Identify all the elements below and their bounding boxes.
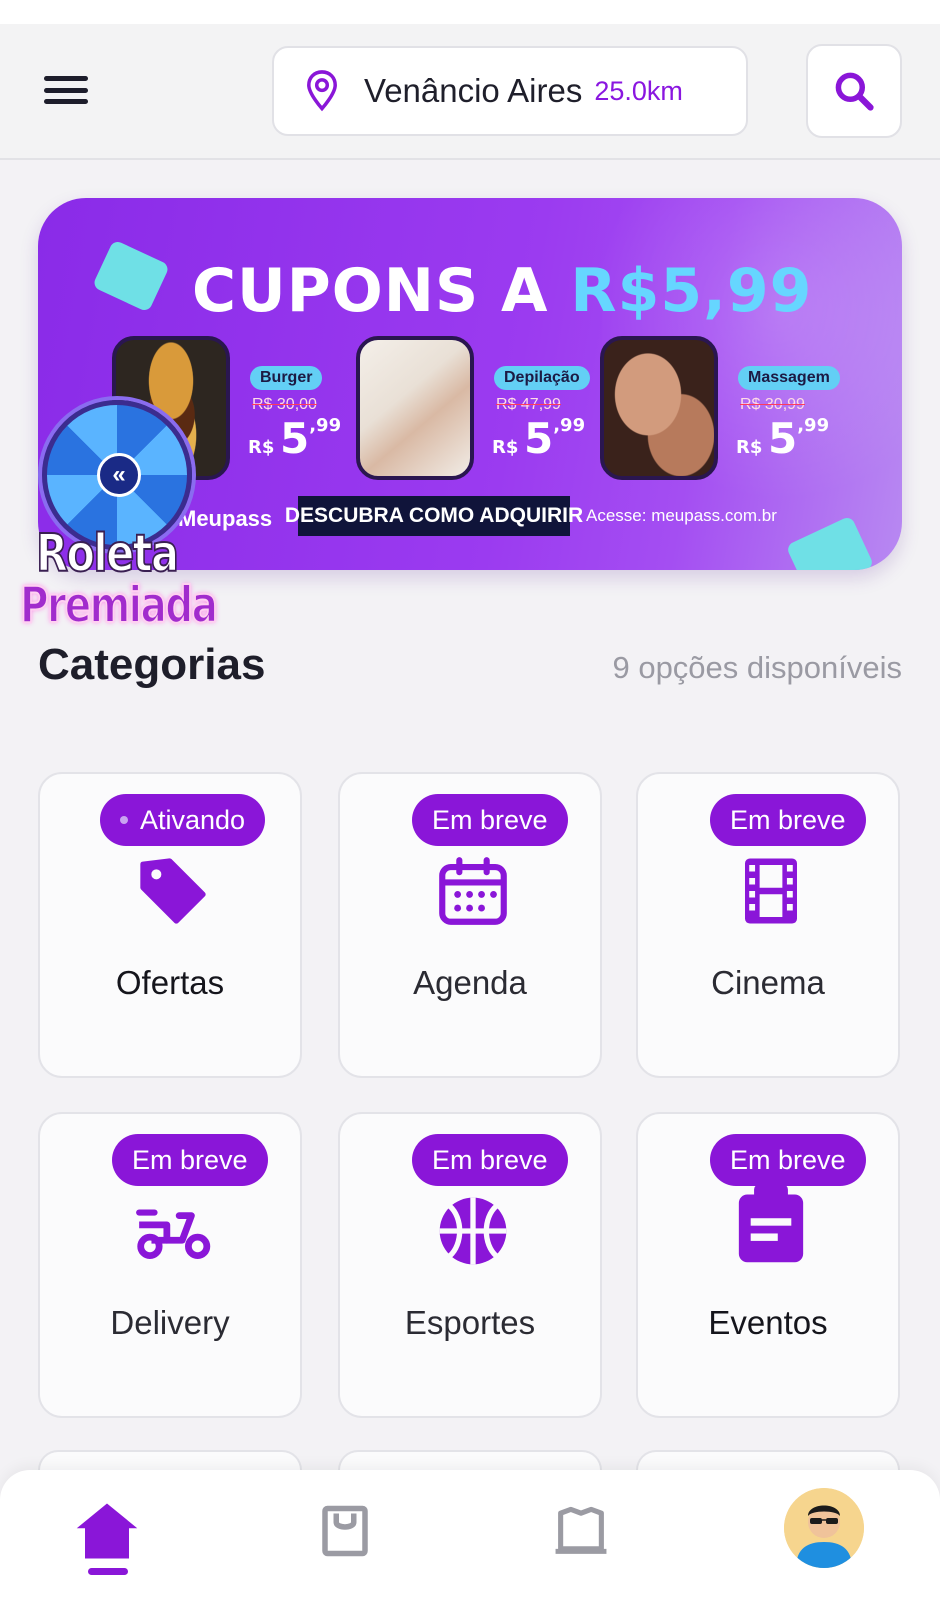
category-card-eventos[interactable]: Em breve Eventos [636,1112,900,1418]
offer-price-dec: ,99 [553,415,586,436]
offer-tag: Burger [250,366,323,390]
event-clipboard-icon [730,1184,812,1266]
coupon-ticket-icon [91,239,171,313]
location-distance: 25.0km [594,75,683,106]
offer-massagem: Massagem R$ 30,99 R$ 5,99 [600,336,840,480]
tag-icon [132,850,214,932]
status-badge-text: Ativando [140,804,246,835]
menu-line [44,76,88,81]
status-badge-text: Em breve [432,1144,548,1175]
roleta-subtitle: Premiada [19,575,218,635]
home-icon [76,1503,138,1559]
status-badge: Ativando [100,794,266,846]
search-button[interactable] [806,44,902,138]
avatar[interactable] [784,1488,864,1568]
location-pin-icon [307,70,337,112]
offer-price-dec: ,99 [309,415,342,436]
category-card-ofertas[interactable]: Ativando Ofertas [38,772,302,1078]
banner-title-price: R$5,99 [570,256,813,326]
offer-old-price: R$ 47,99 [496,396,561,413]
wheel-hub-icon: « [97,453,141,497]
massage-photo [600,336,718,480]
location-city: Venâncio Aires [364,72,583,109]
search-icon [835,72,874,111]
status-badge: Em breve [710,1134,866,1186]
offer-price-dec: ,99 [797,415,830,436]
scooter-icon [132,1190,214,1272]
basketball-icon [432,1190,514,1272]
category-card-esportes[interactable]: Em breve Esportes [338,1112,602,1418]
category-label: Agenda [413,964,527,1001]
offer-new-price: R$ 5,99 [492,414,585,463]
depilation-photo [356,336,474,480]
category-label: Delivery [110,1304,230,1341]
offer-tag: Depilação [494,366,590,390]
access-url: Acesse: meupass.com.br [586,506,777,525]
prize-wheel-button[interactable]: « Roleta Premiada [16,400,226,636]
active-indicator [88,1568,128,1575]
location-selector[interactable]: Venâncio Aires 25.0km [272,46,748,136]
category-card-cinema[interactable]: Em breve Cinema [636,772,900,1078]
menu-button[interactable] [40,70,92,110]
shopping-bag-icon [322,1505,368,1557]
menu-line [44,87,88,93]
avatar-illustration [784,1488,864,1568]
discover-cta[interactable]: DESCUBRA COMO ADQUIRIR [285,496,583,536]
offer-price-int: 5 [279,414,310,463]
film-icon [730,850,812,932]
status-badge: Em breve [112,1134,268,1186]
status-badge: Em breve [412,794,568,846]
status-badge: Em breve [710,794,866,846]
options-count: 9 opções disponíveis [612,650,902,685]
category-card-delivery[interactable]: Em breve Delivery [38,1112,302,1418]
offer-currency: R$ [736,437,763,458]
offer-tag: Massagem [738,366,840,390]
status-bar-area [0,0,940,24]
status-badge-text: Em breve [132,1144,248,1175]
menu-line [44,99,88,104]
category-label: Esportes [404,1304,536,1341]
category-card-agenda[interactable]: Em breve Agenda [338,772,602,1078]
offer-currency: R$ [248,437,275,458]
status-badge: Em breve [412,1134,568,1186]
offer-depilacao: Depilação R$ 47,99 R$ 5,99 [356,336,594,480]
roleta-title: Roleta [35,523,180,585]
offer-new-price: R$ 5,99 [248,414,341,463]
category-label: Ofertas [115,964,225,1001]
offer-old-price: R$ 30,99 [740,396,805,413]
offer-price-int: 5 [523,414,554,463]
nav-home[interactable] [72,1496,142,1566]
ticket-icon [555,1506,607,1554]
nav-tickets[interactable] [546,1496,616,1566]
nav-shop[interactable] [310,1496,380,1566]
offer-price-int: 5 [767,414,798,463]
banner-title-main: CUPONS A [192,256,571,326]
status-badge-text: Em breve [730,804,846,835]
offer-currency: R$ [492,437,519,458]
offer-new-price: R$ 5,99 [736,414,829,463]
status-badge-text: Em breve [432,804,548,835]
status-dot [120,816,128,824]
offer-old-price: R$ 30,00 [252,396,317,413]
banner-title: CUPONS A R$5,99 [192,256,812,326]
category-label: Eventos [708,1304,828,1341]
section-title: Categorias [38,640,266,689]
bottom-navigation [0,1470,940,1600]
category-label: Cinema [711,964,825,1001]
calendar-icon [432,850,514,932]
status-badge-text: Em breve [730,1144,846,1175]
